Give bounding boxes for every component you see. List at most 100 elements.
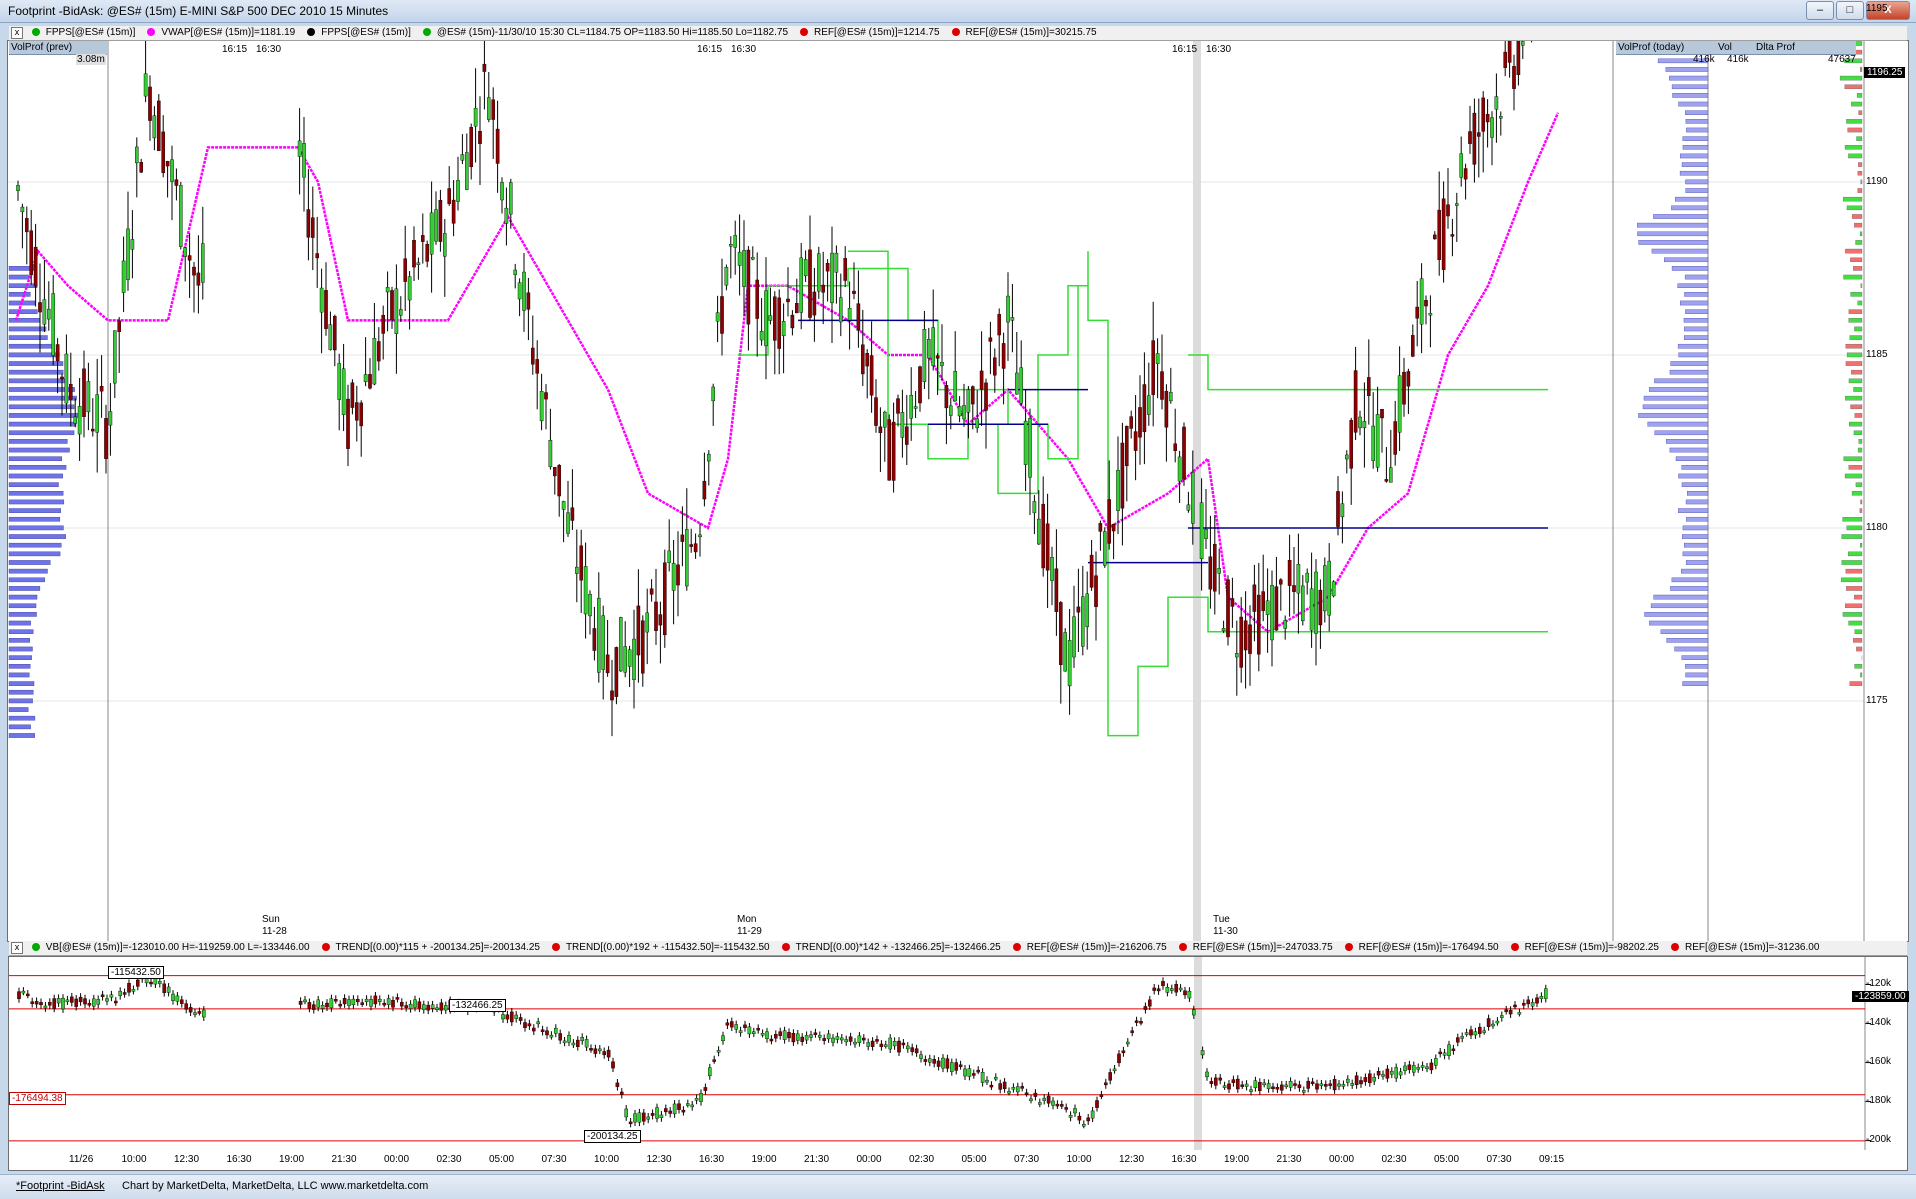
volprof-today-bar [1683, 526, 1708, 530]
candle-body [1336, 491, 1339, 526]
vb-candle-body [607, 1050, 610, 1057]
volprof-prev-bar [9, 725, 31, 729]
candle-body [487, 98, 490, 120]
main-chart-legend: x FPPS[@ES# (15m)] VWAP[@ES# (15m)]=1181.… [9, 26, 1907, 41]
candle-body [1046, 524, 1049, 571]
vb-candle-body [53, 999, 56, 1009]
candle-body [1517, 41, 1520, 75]
candle-body [38, 302, 41, 312]
candle-body [298, 141, 301, 157]
legend-dot-icon [1013, 943, 1021, 951]
volume-breadth-chart[interactable] [8, 956, 1908, 1152]
time-tick-label: 12:30 [174, 1154, 199, 1165]
candle-body [703, 481, 706, 499]
vb-candle-body [1095, 1100, 1098, 1107]
vol-total: 416k [1727, 54, 1749, 65]
chart-tab[interactable]: *Footprint -BidAsk [16, 1180, 105, 1192]
candle-body [888, 420, 891, 481]
vb-candle-body [1544, 989, 1547, 999]
candle-body [201, 244, 204, 283]
legend-item[interactable]: VWAP[@ES# (15m)]=1181.19 [147, 27, 301, 38]
close-legend-icon[interactable]: x [11, 27, 23, 39]
candle-body [118, 321, 121, 332]
close-lower-legend-icon[interactable]: x [11, 942, 23, 954]
candle-body [1446, 205, 1449, 216]
legend-item[interactable]: TREND[(0.00)*142 + -132466.25]=-132466.2… [782, 942, 1007, 953]
volprof-today-bar [1666, 439, 1708, 443]
candle-body [1275, 587, 1278, 631]
legend-item[interactable]: FPPS[@ES# (15m)] [307, 27, 417, 38]
candle-body [527, 293, 530, 310]
candle-body [641, 621, 644, 674]
legend-dot-icon [1671, 943, 1679, 951]
candle-body [637, 606, 640, 655]
candle-body [659, 615, 662, 626]
candle-body [74, 417, 77, 424]
legend-item[interactable]: VB[@ES# (15m)]=-123010.00 H=-119259.00 L… [32, 942, 316, 953]
delta-bar [1848, 128, 1862, 132]
candle-body [593, 628, 596, 650]
vb-candle-body [708, 1068, 711, 1076]
candle-body [861, 345, 864, 374]
delta-bar [1852, 491, 1862, 495]
legend-item[interactable]: REF[@ES# (15m)]=-31236.00 [1671, 942, 1825, 953]
legend-item[interactable]: REF[@ES# (15m)]=-216206.75 [1013, 942, 1173, 953]
candle-body [1248, 625, 1251, 654]
vb-candle-body [501, 1015, 504, 1019]
candle-body [329, 325, 332, 350]
candle-body [804, 259, 807, 275]
vb-candle-body [1359, 1080, 1362, 1083]
vb-candle-body [559, 1033, 562, 1040]
vb-candle-body [383, 1003, 386, 1005]
vb-candle-body [198, 1011, 201, 1013]
volprof-prev-bar [9, 361, 63, 365]
vb-candle-body [97, 999, 100, 1004]
legend-item[interactable]: FPPS[@ES# (15m)] [32, 27, 142, 38]
volprof-prev-bar [9, 560, 50, 564]
legend-item[interactable]: TREND[(0.00)*115 + -200134.25]=-200134.2… [322, 942, 546, 953]
candle [1103, 527, 1106, 568]
legend-item[interactable]: @ES# (15m)-11/30/10 15:30 CL=1184.75 OP=… [423, 27, 794, 38]
volprof-prev-bar [9, 310, 37, 314]
candle-body [434, 210, 437, 242]
volprof-today-bar [1672, 578, 1708, 582]
vb-candle-body [572, 1043, 575, 1045]
candle-body [800, 258, 803, 313]
volprof-prev-bar [9, 699, 33, 703]
maximize-button[interactable]: □ [1836, 1, 1864, 20]
vb-candle-body [757, 1028, 760, 1030]
price-chart[interactable] [8, 41, 1906, 941]
candle-body [496, 129, 499, 163]
legend-item[interactable]: REF[@ES# (15m)]=1214.75 [800, 27, 946, 38]
candle-body [927, 339, 930, 358]
vb-candle-body [1399, 1072, 1402, 1075]
volprof-today-bar [1680, 171, 1708, 175]
candle-body [971, 387, 974, 405]
legend-item[interactable]: TREND[(0.00)*192 + -115432.50]=-115432.5… [552, 942, 776, 953]
candle-body [1134, 432, 1137, 451]
vb-candle-body [325, 1003, 328, 1007]
vb-candle-body [1522, 1003, 1525, 1005]
volprof-today-bar [1678, 344, 1708, 348]
legend-item[interactable]: REF[@ES# (15m)]=-247033.75 [1179, 942, 1339, 953]
vb-candle-body [809, 1035, 812, 1038]
vb-candle-body [1166, 987, 1169, 992]
legend-item[interactable]: REF[@ES# (15m)]=-98202.25 [1511, 942, 1665, 953]
candle-body [192, 267, 195, 275]
candle-body [1512, 66, 1515, 88]
candle-body [412, 240, 415, 267]
legend-item[interactable]: REF[@ES# (15m)]=30215.75 [952, 27, 1103, 38]
candle-body [936, 356, 939, 359]
vb-candle-body [347, 999, 350, 1005]
minimize-button[interactable]: – [1806, 1, 1834, 20]
delta-bar [1854, 223, 1862, 227]
vb-candle-body [959, 1065, 962, 1067]
candle-body [738, 252, 741, 265]
candle [1226, 575, 1229, 645]
price-tick-label: 1195 [1866, 3, 1888, 14]
vb-candle-body [79, 997, 82, 1002]
candle-body [1464, 169, 1467, 180]
candle-body [698, 535, 701, 537]
candle-body [43, 300, 46, 325]
legend-item[interactable]: REF[@ES# (15m)]=-176494.50 [1345, 942, 1505, 953]
